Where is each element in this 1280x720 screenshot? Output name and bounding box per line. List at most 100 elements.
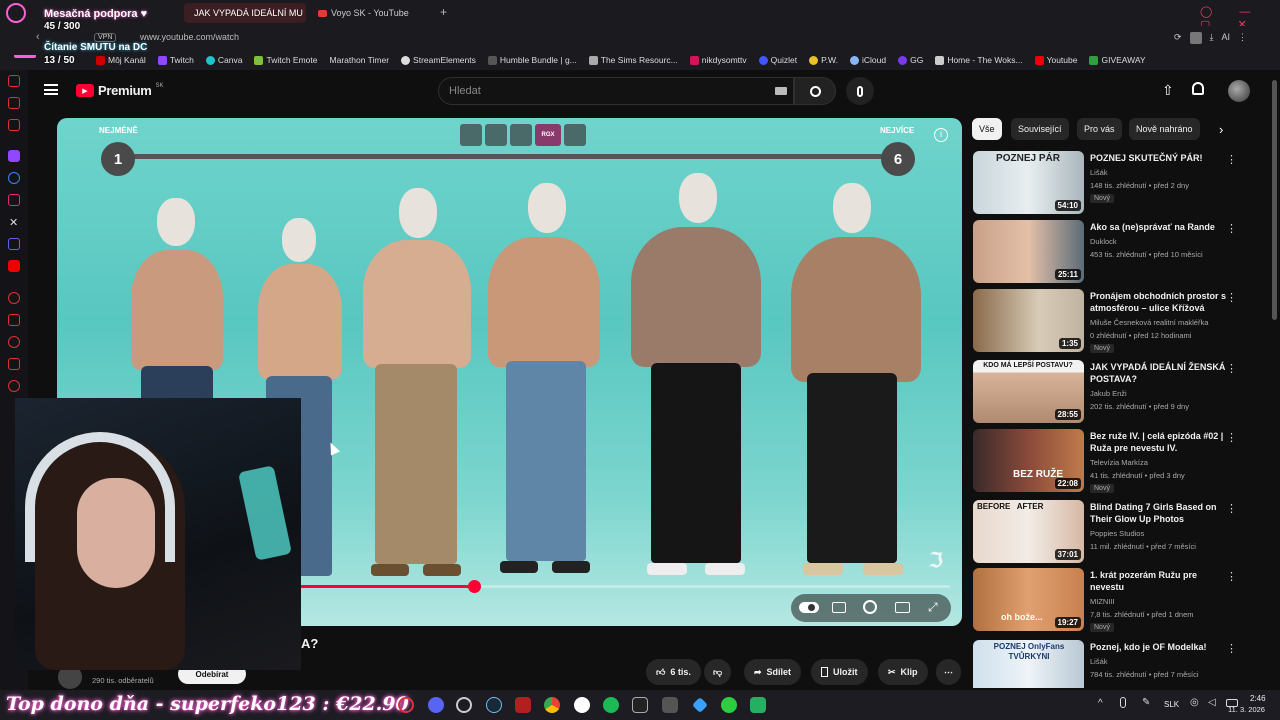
sidebar-download-icon[interactable] (8, 358, 20, 370)
chip-recently-uploaded[interactable]: Nově nahráno (1129, 118, 1200, 140)
next-icon[interactable] (510, 124, 532, 146)
language-indicator[interactable]: SLK (1164, 700, 1179, 709)
clock-date[interactable]: 11. 3. 2026 (1228, 705, 1265, 714)
video-thumbnail[interactable]: POZNEJ PÁR 54:10 (973, 151, 1084, 214)
sidebar-youtube-icon[interactable] (8, 260, 20, 272)
chrome-icon[interactable] (544, 697, 560, 713)
tab-voyo[interactable]: Voyo SK - YouTube (312, 3, 432, 23)
sidebar-messenger-icon[interactable] (8, 172, 20, 184)
recommendation-item[interactable]: BEFORE AFTER 37:01 Blind Dating 7 Girls … (973, 500, 1263, 564)
ai-button[interactable]: AI (1222, 32, 1231, 44)
sidebar-history-icon[interactable] (8, 292, 20, 304)
bookmark-marathon-timer[interactable]: Marathon Timer (330, 55, 390, 65)
more-options-icon[interactable]: ⋮ (1226, 502, 1237, 515)
download-icon[interactable]: ⤓ (1210, 32, 1214, 44)
clock-time[interactable]: 2:46 (1250, 694, 1266, 703)
sidebar-home-icon[interactable] (8, 75, 20, 87)
search-input[interactable]: Hledat (438, 77, 794, 105)
terminal-icon[interactable] (632, 697, 648, 713)
fullscreen-icon[interactable]: ⤢ (928, 600, 938, 615)
recommendation-item[interactable]: 1:35 Pronájem obchodních prostor s atmos… (973, 289, 1263, 353)
sidebar-notes-icon[interactable] (8, 119, 20, 131)
avatar[interactable] (1228, 80, 1250, 102)
tab-active[interactable]: JAK VYPADÁ IDEÁLNÍ MU (184, 3, 306, 23)
sidebar-twitch-icon[interactable] (8, 150, 20, 162)
app-w-icon[interactable] (574, 697, 590, 713)
recommendation-item[interactable]: BEZ RUŽE 22:08 Bez ruže IV. | celá epizó… (973, 429, 1263, 493)
theater-icon[interactable] (564, 124, 586, 146)
bookmark-canva[interactable]: Canva (205, 55, 242, 65)
recommendation-item[interactable]: 25:11 Ako sa (ne)správať na Rande Dukloc… (973, 220, 1263, 284)
tray-mic-icon[interactable] (1120, 697, 1126, 708)
app-green-icon[interactable] (750, 697, 766, 713)
sidebar-bookmark-icon[interactable] (8, 97, 20, 109)
new-tab-button[interactable]: + (440, 5, 447, 19)
rgx-button[interactable]: RGX (535, 124, 561, 146)
more-options-icon[interactable]: ⋮ (1226, 431, 1237, 444)
more-options-icon[interactable]: ⋮ (1226, 362, 1237, 375)
progress-scrubber[interactable] (468, 580, 482, 593)
miniplayer-icon[interactable] (460, 124, 482, 146)
bookmark-sims-resource[interactable]: The Sims Resourc... (588, 55, 678, 65)
more-actions-button[interactable]: ⋯ (936, 659, 961, 685)
recommendation-item[interactable]: oh bože... 19:27 1. krát pozerám Ružu pr… (973, 568, 1263, 632)
bookmark-streamelements[interactable]: StreamElements (401, 55, 476, 65)
save-button[interactable]: Uložit (811, 659, 868, 685)
video-thumbnail[interactable]: 25:11 (973, 220, 1084, 283)
autoplay-toggle[interactable] (799, 602, 819, 613)
scrollbar[interactable] (1272, 80, 1277, 320)
video-thumbnail[interactable]: POZNEJ OnlyFans TVŮRKYNI (973, 640, 1084, 688)
bookmark-icloud[interactable]: iCloud (849, 55, 886, 65)
bookmark-nikdysomttv[interactable]: nikdysomttv (689, 55, 747, 65)
xbox-icon[interactable] (721, 697, 737, 713)
bookmark-woks[interactable]: Home - The Woks... (935, 55, 1023, 65)
notifications-bell-icon[interactable] (1192, 82, 1204, 95)
youtube-logo[interactable]: ▶ Premium SK (76, 83, 164, 98)
more-options-icon[interactable]: ⋮ (1226, 153, 1237, 166)
more-options-icon[interactable]: ⋮ (1226, 291, 1237, 304)
chip-related[interactable]: Související (1011, 118, 1069, 140)
chip-all[interactable]: Vše (972, 118, 1002, 140)
steam-icon[interactable] (486, 697, 502, 713)
bookmark-twitch-emote[interactable]: Twitch Emote (254, 55, 318, 65)
clip-button[interactable]: ✂ Klip (878, 659, 928, 685)
sidebar-instagram-icon[interactable] (8, 194, 20, 206)
like-button[interactable]: 👍︎ 6 tis. (646, 659, 701, 685)
chevron-right-icon[interactable]: › (1219, 122, 1223, 137)
video-thumbnail[interactable]: oh bože... 19:27 (973, 568, 1084, 631)
sidebar-clock-icon[interactable] (8, 336, 20, 348)
recommendation-item[interactable]: POZNEJ PÁR 54:10 POZNEJ SKUTEČNÝ PÁR! Li… (973, 151, 1263, 215)
share-button[interactable]: ➦ Sdílet (744, 659, 802, 685)
voice-search-button[interactable] (846, 77, 874, 105)
opera-icon[interactable] (398, 697, 414, 713)
tray-volume-icon[interactable]: ◁ (1208, 697, 1216, 708)
bookmark-quizlet[interactable]: Quizlet (758, 55, 797, 65)
calculator-icon[interactable] (662, 697, 678, 713)
sidebar-discord-icon[interactable] (8, 238, 20, 250)
bookmark-giveaway[interactable]: GIVEAWAY (1089, 55, 1146, 65)
more-options-icon[interactable]: ⋮ (1226, 570, 1237, 583)
video-thumbnail[interactable]: KDO MÁ LEPŠÍ POSTAVU? 28:55 (973, 360, 1084, 423)
search-button[interactable] (794, 77, 836, 105)
keyboard-icon[interactable] (775, 87, 787, 95)
tray-pen-icon[interactable]: ✎ (1142, 697, 1150, 708)
settings-gear-icon[interactable] (863, 600, 877, 614)
bookmark-humble-bundle[interactable]: Humble Bundle | g... (487, 55, 577, 65)
more-options-icon[interactable]: ⋮ (1226, 642, 1237, 655)
video-thumbnail[interactable]: BEZ RUŽE 22:08 (973, 429, 1084, 492)
bookmark-youtube[interactable]: Youtube (1034, 55, 1077, 65)
recommendation-item[interactable]: KDO MÁ LEPŠÍ POSTAVU? 28:55 JAK VYPADÁ I… (973, 360, 1263, 424)
bookmark-pw[interactable]: P.W. (809, 55, 838, 65)
hamburger-menu-icon[interactable] (44, 84, 58, 95)
sidebar-settings-icon[interactable] (8, 380, 20, 392)
chip-for-you[interactable]: Pro vás (1077, 118, 1122, 140)
video-thumbnail[interactable]: BEFORE AFTER 37:01 (973, 500, 1084, 563)
upload-icon[interactable]: ⇧ (1162, 82, 1174, 99)
spotify-icon[interactable] (603, 697, 619, 713)
video-thumbnail[interactable]: 1:35 (973, 289, 1084, 352)
menu-icon[interactable]: ⋮ (1238, 32, 1247, 44)
sidebar-x-icon[interactable]: ✕ (9, 216, 18, 229)
pip-icon[interactable] (485, 124, 507, 146)
subtitles-icon[interactable] (832, 602, 846, 613)
tray-network-icon[interactable]: ◎ (1190, 697, 1199, 708)
